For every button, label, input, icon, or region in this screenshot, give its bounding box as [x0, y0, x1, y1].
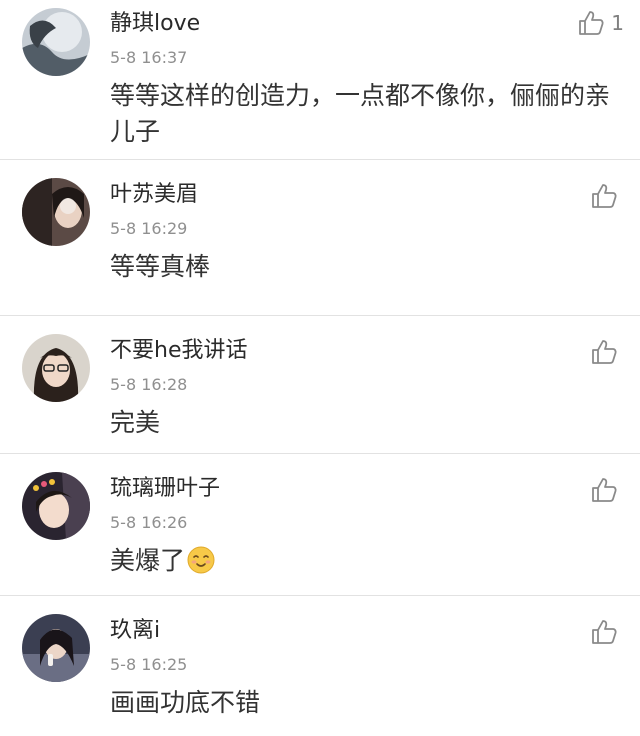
comment-text: 完美	[110, 408, 161, 437]
avatar[interactable]	[22, 8, 90, 76]
avatar-image	[22, 8, 90, 76]
like-button[interactable]	[590, 476, 624, 504]
like-count: 1	[611, 11, 624, 35]
comment-text: 等等这样的创造力，一点都不像你，俪俪的亲儿子	[110, 81, 611, 146]
comment-item: 不要he我讲话 5-8 16:28 完美	[0, 316, 640, 454]
avatar-image	[22, 178, 90, 246]
username[interactable]: 琉璃珊叶子	[110, 474, 220, 504]
like-button[interactable]	[590, 182, 624, 210]
like-button[interactable]	[590, 618, 624, 646]
thumbs-up-icon	[579, 11, 604, 35]
avatar[interactable]	[22, 178, 90, 246]
comment-text-body: 美爆了	[110, 546, 186, 575]
comment-item: 静琪love 5-8 16:37 等等这样的创造力，一点都不像你，俪俪的亲儿子 …	[0, 0, 640, 160]
smiling-face-emoji	[187, 546, 215, 574]
avatar-image	[22, 334, 90, 402]
like-button[interactable]: 1	[577, 9, 624, 37]
avatar-image	[22, 472, 90, 540]
username[interactable]: 叶苏美眉	[110, 180, 198, 210]
username[interactable]: 玖离i	[110, 616, 160, 646]
avatar[interactable]	[22, 334, 90, 402]
timestamp: 5-8 16:37	[110, 48, 188, 67]
comment-item: 叶苏美眉 5-8 16:29 等等真棒	[0, 160, 640, 316]
comment-text: 等等真棒	[110, 252, 211, 281]
comment-text: 美爆了	[110, 543, 625, 579]
timestamp: 5-8 16:25	[110, 655, 188, 674]
like-button[interactable]	[590, 338, 624, 366]
thumbs-up-icon	[592, 340, 617, 364]
username[interactable]: 不要he我讲话	[110, 336, 247, 366]
timestamp: 5-8 16:28	[110, 375, 188, 394]
comment-text: 画画功底不错	[110, 688, 261, 717]
avatar[interactable]	[22, 472, 90, 540]
avatar[interactable]	[22, 614, 90, 682]
timestamp: 5-8 16:26	[110, 513, 188, 532]
thumbs-up-icon	[592, 478, 617, 502]
thumbs-up-icon	[592, 620, 617, 644]
comment-list: 静琪love 5-8 16:37 等等这样的创造力，一点都不像你，俪俪的亲儿子 …	[0, 0, 640, 736]
thumbs-up-icon	[592, 184, 617, 208]
comment-item: 琉璃珊叶子 5-8 16:26 美爆了	[0, 454, 640, 596]
timestamp: 5-8 16:29	[110, 219, 188, 238]
username[interactable]: 静琪love	[110, 9, 200, 39]
avatar-image	[22, 614, 90, 682]
comment-item: 玖离i 5-8 16:25 画画功底不错	[0, 596, 640, 736]
